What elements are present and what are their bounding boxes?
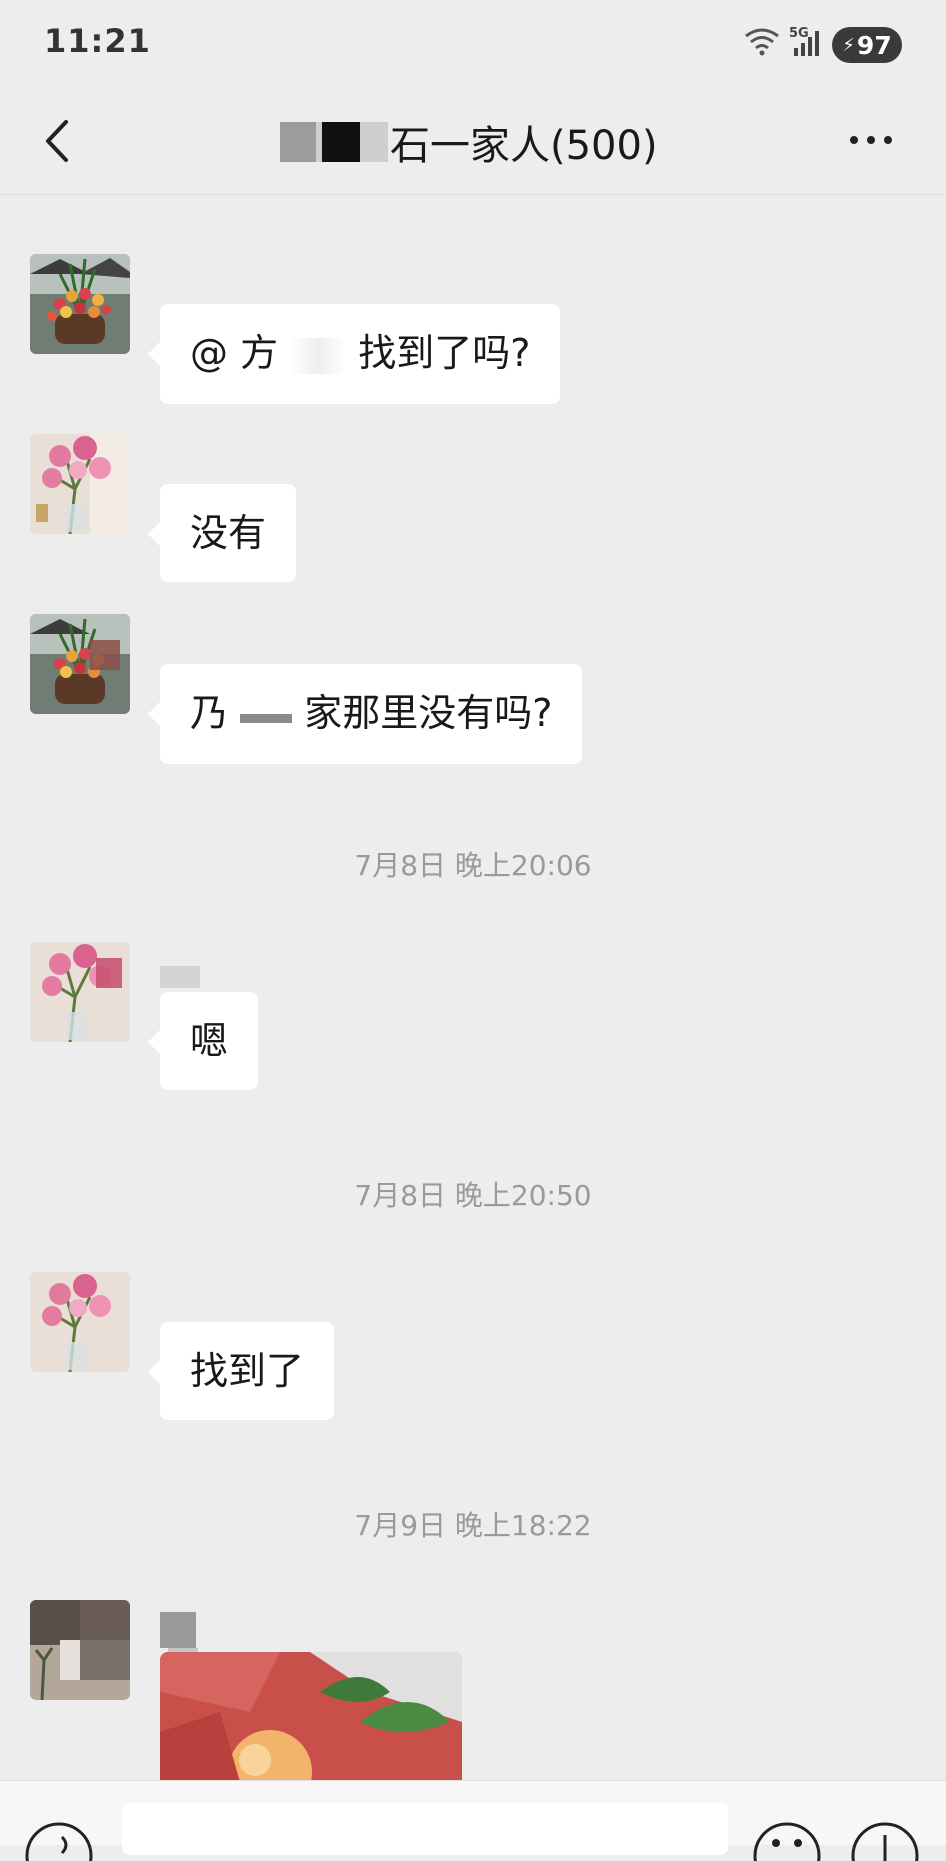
avatar[interactable] bbox=[30, 942, 130, 1042]
chat-title-text: 石一家人(500) bbox=[390, 123, 658, 169]
message-text: 家那里没有吗? bbox=[304, 691, 553, 735]
signal-icon bbox=[794, 31, 819, 56]
title-redaction bbox=[280, 122, 388, 162]
timestamp: 7月9日 晚上18:22 bbox=[354, 1509, 592, 1542]
status-time: 11:21 bbox=[44, 22, 151, 60]
message-text: 乃 bbox=[190, 691, 229, 735]
chat-header: 石一家人(500) bbox=[0, 90, 946, 195]
battery-indicator: ⚡ 97 bbox=[832, 27, 902, 63]
message-text: 嗯 bbox=[190, 1019, 229, 1063]
wifi-icon bbox=[745, 28, 779, 56]
message-bubble[interactable]: 找到了 bbox=[147, 1322, 335, 1420]
avatar[interactable] bbox=[30, 254, 130, 354]
avatar[interactable] bbox=[30, 1600, 130, 1700]
chat-input-bar bbox=[0, 1780, 946, 1861]
message-input[interactable] bbox=[122, 1803, 728, 1855]
chat-title: 石一家人(500) bbox=[280, 114, 658, 170]
redacted-name bbox=[240, 697, 293, 734]
battery-level: 97 bbox=[856, 30, 892, 60]
avatar[interactable] bbox=[30, 1272, 130, 1372]
more-icon[interactable] bbox=[850, 130, 896, 150]
avatar[interactable] bbox=[30, 434, 130, 534]
sender-name-redacted bbox=[160, 962, 200, 992]
chevron-left-icon[interactable] bbox=[40, 116, 80, 166]
message-text: @ 方 bbox=[190, 331, 279, 375]
battery-charging-icon: ⚡ bbox=[842, 34, 855, 56]
voice-input-icon[interactable] bbox=[24, 1821, 94, 1861]
message-bubble[interactable]: 嗯 bbox=[147, 992, 259, 1090]
message-text: 找到了 bbox=[190, 1349, 305, 1393]
plus-icon[interactable] bbox=[850, 1821, 920, 1861]
message-bubble[interactable]: 没有 bbox=[147, 484, 297, 582]
image-message[interactable] bbox=[160, 1652, 462, 1782]
emoji-icon[interactable] bbox=[752, 1821, 822, 1861]
avatar[interactable] bbox=[30, 614, 130, 714]
message-bubble[interactable]: 乃 家那里没有吗? bbox=[147, 664, 583, 764]
sender-name: 然 bbox=[160, 1612, 198, 1718]
status-bar: 11:21 5G ⚡ 97 bbox=[0, 0, 946, 90]
message-bubble[interactable]: @ 方 找到了吗? bbox=[147, 304, 561, 404]
timestamp: 7月8日 晚上20:06 bbox=[354, 849, 592, 882]
message-text: 找到了吗? bbox=[358, 331, 531, 375]
redacted-name bbox=[290, 337, 347, 374]
timestamp: 7月8日 晚上20:50 bbox=[354, 1179, 592, 1212]
message-text: 没有 bbox=[190, 511, 267, 555]
